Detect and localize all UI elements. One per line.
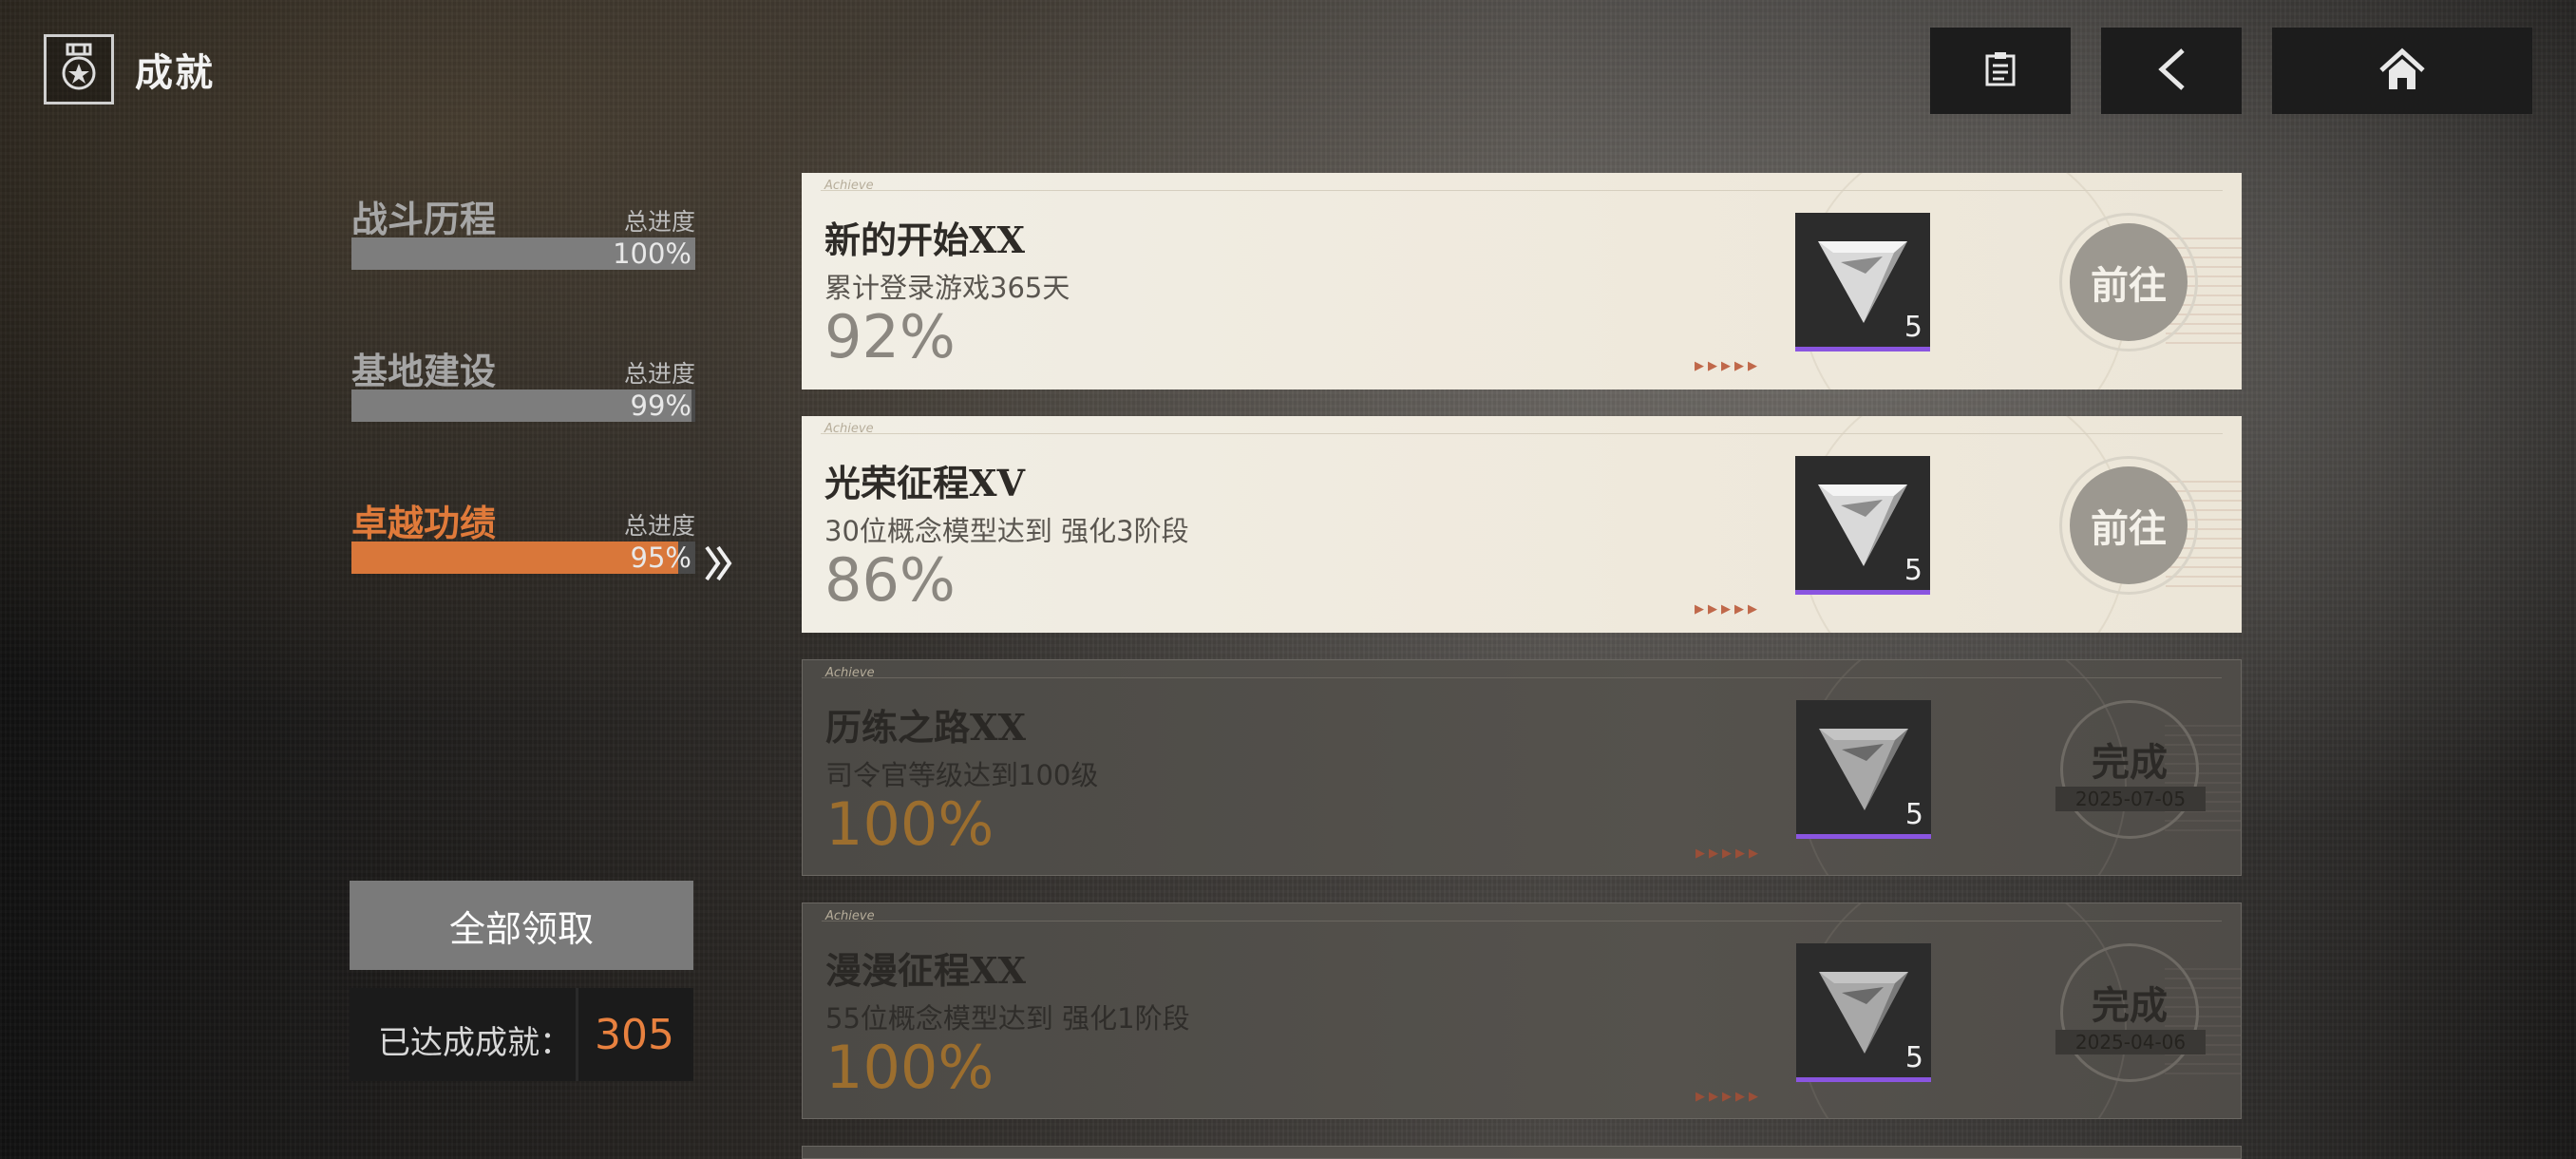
back-button[interactable] bbox=[2101, 28, 2242, 114]
achievement-percent: 100% bbox=[825, 789, 994, 859]
go-button[interactable]: 前往 bbox=[2059, 213, 2198, 352]
rarity-bar bbox=[1796, 1077, 1931, 1082]
reward-item[interactable]: 5 bbox=[1795, 456, 1930, 595]
arrows-decoration-icon: ▶▶▶▶▶ bbox=[1695, 846, 1762, 861]
category-progress-text: 95% bbox=[630, 542, 691, 574]
divider bbox=[576, 988, 578, 1081]
category-total-label: 总进度 bbox=[623, 208, 695, 236]
achievement-title: 漫漫征程XX bbox=[825, 949, 1026, 992]
category-outstanding-merits[interactable]: 卓越功绩 总进度 95% bbox=[351, 494, 695, 580]
page-title: 成就 bbox=[135, 50, 215, 95]
category-progress-bar: 99% bbox=[351, 390, 695, 422]
divider bbox=[822, 677, 2222, 678]
category-base-building[interactable]: 基地建设 总进度 99% bbox=[351, 342, 695, 428]
completed-label: 完成 bbox=[2092, 740, 2168, 785]
arrows-decoration-icon: ▶▶▶▶▶ bbox=[1695, 602, 1761, 617]
clipboard-button[interactable] bbox=[1930, 28, 2071, 114]
category-progress-fill bbox=[351, 542, 678, 574]
achieved-count: 305 bbox=[595, 1011, 674, 1059]
completed-label: 完成 bbox=[2092, 983, 2168, 1028]
achievement-description: 55位概念模型达到 强化1阶段 bbox=[825, 1002, 1190, 1035]
achievement-medal-icon bbox=[44, 34, 114, 104]
go-button[interactable]: 前往 bbox=[2059, 456, 2198, 595]
claim-all-button[interactable]: 全部领取 bbox=[350, 881, 693, 970]
achieved-label: 已达成成就： bbox=[378, 1024, 572, 1062]
divider bbox=[821, 433, 2223, 434]
category-progress-bar: 100% bbox=[351, 238, 695, 270]
category-combat-history[interactable]: 战斗历程 总进度 100% bbox=[351, 190, 695, 276]
home-icon bbox=[2378, 48, 2426, 95]
achievement-description: 累计登录游戏365天 bbox=[824, 272, 1070, 304]
clipboard-icon bbox=[1981, 50, 2019, 92]
achievement-card-partial bbox=[802, 1146, 2242, 1159]
category-total-label: 总进度 bbox=[623, 360, 695, 388]
completed-stamp: 完成 2025-04-06 bbox=[2055, 943, 2206, 1082]
reward-count: 5 bbox=[1904, 554, 1923, 587]
achievement-description: 30位概念模型达到 强化3阶段 bbox=[824, 515, 1189, 547]
achievement-card: Achieve 光荣征程XV 30位概念模型达到 强化3阶段 86% ▶▶▶▶▶… bbox=[802, 416, 2242, 633]
go-button-label: 前往 bbox=[2070, 466, 2188, 584]
arrows-decoration-icon: ▶▶▶▶▶ bbox=[1695, 359, 1761, 373]
back-arrow-icon bbox=[2152, 47, 2190, 96]
reward-item[interactable]: 5 bbox=[1795, 213, 1930, 352]
category-progress-text: 99% bbox=[630, 390, 691, 422]
achievement-description: 司令官等级达到100级 bbox=[825, 759, 1099, 791]
achievement-card-completed: Achieve 漫漫征程XX 55位概念模型达到 强化1阶段 100% ▶▶▶▶… bbox=[802, 902, 2242, 1119]
achievement-percent: 92% bbox=[824, 302, 956, 371]
go-button-label: 前往 bbox=[2070, 223, 2188, 341]
achievement-title: 光荣征程XV bbox=[824, 462, 1025, 504]
achieved-summary: 已达成成就： 305 bbox=[350, 988, 693, 1081]
reward-item[interactable]: 5 bbox=[1796, 700, 1931, 839]
reward-item[interactable]: 5 bbox=[1796, 943, 1931, 1082]
achievement-card: Achieve 新的开始XX 累计登录游戏365天 92% ▶▶▶▶▶ 5 前往 bbox=[802, 173, 2242, 390]
divider bbox=[821, 190, 2223, 191]
reward-count: 5 bbox=[1904, 798, 1923, 831]
completed-date: 2025-04-06 bbox=[2055, 1030, 2206, 1054]
reward-count: 5 bbox=[1904, 1041, 1923, 1074]
achievement-percent: 86% bbox=[824, 545, 956, 615]
selected-chevron-icon bbox=[703, 543, 735, 587]
achievement-title: 历练之路XX bbox=[825, 706, 1026, 749]
completed-stamp: 完成 2025-07-05 bbox=[2055, 700, 2206, 839]
rarity-bar bbox=[1795, 347, 1930, 352]
rarity-bar bbox=[1796, 834, 1931, 839]
category-progress-text: 100% bbox=[613, 238, 691, 270]
reward-count: 5 bbox=[1904, 311, 1923, 344]
category-progress-bar: 95% bbox=[351, 542, 695, 574]
achievement-percent: 100% bbox=[825, 1033, 994, 1102]
completed-date: 2025-07-05 bbox=[2055, 787, 2206, 811]
home-button[interactable] bbox=[2272, 28, 2532, 114]
rarity-bar bbox=[1795, 590, 1930, 595]
category-total-label: 总进度 bbox=[623, 512, 695, 540]
achievement-card-completed: Achieve 历练之路XX 司令官等级达到100级 100% ▶▶▶▶▶ 5 … bbox=[802, 659, 2242, 876]
arrows-decoration-icon: ▶▶▶▶▶ bbox=[1695, 1090, 1762, 1104]
divider bbox=[822, 921, 2222, 922]
achievement-title: 新的开始XX bbox=[824, 218, 1025, 261]
